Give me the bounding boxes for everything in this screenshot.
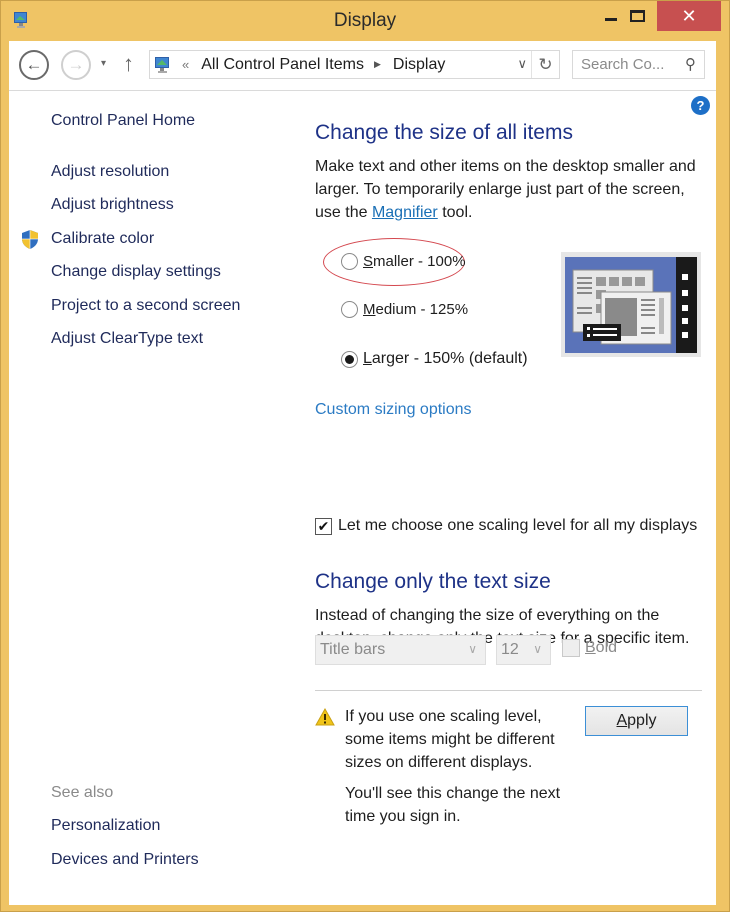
back-arrow-icon: ← bbox=[25, 55, 43, 74]
breadcrumb-chevron-icon[interactable]: ▶ bbox=[374, 59, 381, 70]
see-also-personalization-link[interactable]: Personalization bbox=[51, 817, 160, 835]
scaling-warning-text: If you use one scaling level, some items… bbox=[345, 708, 555, 771]
client-area: ← → ▾ ↑ « All Control Panel Items ▶ Disp… bbox=[9, 41, 716, 905]
one-scaling-level-option[interactable]: ✔ Let me choose one scaling level for al… bbox=[315, 517, 697, 535]
see-also-devices-printers-link[interactable]: Devices and Printers bbox=[51, 851, 199, 869]
left-pane: Control Panel Home Adjust resolution Adj… bbox=[9, 92, 299, 905]
forward-arrow-icon: → bbox=[67, 55, 85, 74]
uac-shield-icon bbox=[22, 230, 38, 249]
sidebar-item-project-second-screen[interactable]: Project to a second screen bbox=[51, 297, 240, 315]
breadcrumb-all-control-panel-items[interactable]: All Control Panel Items bbox=[201, 56, 364, 74]
magnifier-link[interactable]: Magnifier bbox=[372, 204, 438, 221]
apply-button[interactable]: Apply bbox=[585, 706, 688, 736]
forward-button[interactable]: → bbox=[61, 50, 91, 80]
sign-in-note-text: You'll see this change the next time you… bbox=[345, 785, 561, 825]
font-size-select-value: 12 bbox=[501, 641, 519, 658]
title-bar[interactable]: Display ✕ bbox=[1, 1, 729, 41]
search-placeholder: Search Co... bbox=[581, 56, 665, 73]
sidebar-item-adjust-resolution[interactable]: Adjust resolution bbox=[51, 163, 169, 181]
address-dropdown-icon[interactable]: ∨ bbox=[517, 56, 527, 72]
font-size-select[interactable]: 12 ∨ bbox=[496, 635, 551, 665]
custom-sizing-options-link[interactable]: Custom sizing options bbox=[315, 401, 472, 419]
radio-label-smaller: Smaller - 100% bbox=[363, 253, 466, 270]
one-scaling-level-label: Let me choose one scaling level for all … bbox=[338, 517, 698, 534]
refresh-button[interactable]: ↻ bbox=[531, 51, 559, 78]
section-heading-size-all-items: Change the size of all items bbox=[315, 121, 573, 144]
bold-label: Bold bbox=[585, 639, 618, 656]
radio-button-medium[interactable] bbox=[341, 301, 358, 318]
one-scaling-level-checkbox[interactable]: ✔ bbox=[315, 517, 332, 535]
sidebar-item-change-display-settings[interactable]: Change display settings bbox=[51, 263, 221, 281]
maximize-button[interactable] bbox=[624, 1, 650, 31]
sidebar-item-adjust-brightness[interactable]: Adjust brightness bbox=[51, 196, 174, 214]
radio-larger-150[interactable]: Larger - 150% (default) bbox=[341, 350, 528, 368]
see-also-heading: See also bbox=[51, 784, 114, 801]
close-icon: ✕ bbox=[681, 5, 697, 26]
up-button[interactable]: ↑ bbox=[123, 51, 134, 77]
breadcrumb-display[interactable]: Display bbox=[393, 56, 445, 74]
radio-medium-125[interactable]: Medium - 125% bbox=[341, 301, 468, 318]
section-description: Make text and other items on the desktop… bbox=[315, 155, 710, 224]
close-button[interactable]: ✕ bbox=[657, 1, 721, 31]
sidebar-item-calibrate-color[interactable]: Calibrate color bbox=[51, 230, 154, 248]
search-icon[interactable]: ⚲ bbox=[685, 55, 696, 73]
main-pane: Change the size of all items Make text a… bbox=[315, 92, 710, 905]
chevron-down-icon: ∨ bbox=[533, 642, 542, 656]
radio-label-larger: Larger - 150% (default) bbox=[363, 350, 528, 367]
recent-locations-dropdown[interactable]: ▾ bbox=[101, 58, 106, 69]
navigation-bar: ← → ▾ ↑ « All Control Panel Items ▶ Disp… bbox=[9, 41, 716, 91]
section-divider bbox=[315, 690, 702, 691]
chevron-down-icon: ∨ bbox=[468, 642, 477, 656]
breadcrumb-overflow[interactable]: « bbox=[182, 57, 189, 72]
sidebar-item-adjust-cleartype[interactable]: Adjust ClearType text bbox=[51, 330, 203, 348]
section-heading-text-size: Change only the text size bbox=[315, 570, 551, 593]
display-scaling-preview-image bbox=[561, 252, 701, 357]
bold-option[interactable]: Bold bbox=[562, 639, 617, 657]
description-text-end: tool. bbox=[437, 204, 473, 221]
radio-smaller-100[interactable]: Smaller - 100% bbox=[341, 253, 466, 270]
warning-icon bbox=[315, 708, 335, 726]
minimize-icon bbox=[605, 17, 617, 21]
radio-label-medium: Medium - 125% bbox=[363, 301, 469, 318]
back-button[interactable]: ← bbox=[19, 50, 49, 80]
refresh-icon: ↻ bbox=[538, 54, 553, 74]
control-panel-home-link[interactable]: Control Panel Home bbox=[51, 112, 195, 130]
radio-button-larger[interactable] bbox=[341, 350, 358, 368]
text-item-select[interactable]: Title bars ∨ bbox=[315, 635, 486, 665]
search-input[interactable]: Search Co... ⚲ bbox=[572, 50, 705, 79]
maximize-icon bbox=[629, 10, 645, 22]
text-item-select-value: Title bars bbox=[320, 641, 386, 658]
display-window: Display ✕ ← → ▾ ↑ « All Control Panel It… bbox=[0, 0, 730, 912]
address-bar[interactable]: « All Control Panel Items ▶ Display ∨ ↻ bbox=[149, 50, 560, 79]
minimize-button[interactable] bbox=[598, 1, 624, 31]
radio-button-smaller[interactable] bbox=[341, 253, 358, 270]
control-panel-icon bbox=[155, 56, 169, 73]
bold-checkbox[interactable] bbox=[562, 639, 580, 657]
